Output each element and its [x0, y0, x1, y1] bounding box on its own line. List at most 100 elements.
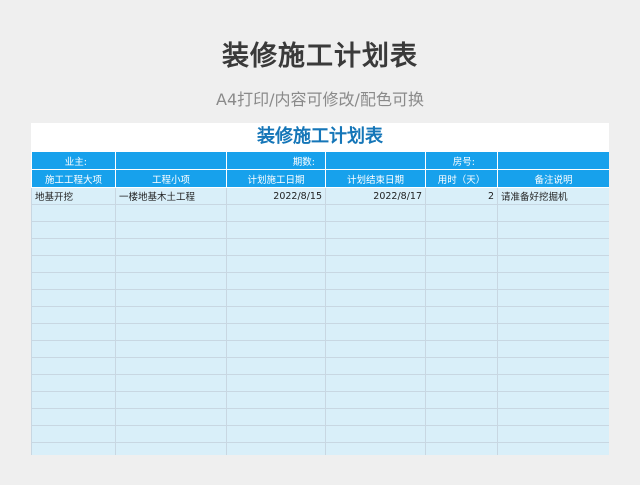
table-cell[interactable] [425, 391, 498, 409]
table-cell[interactable] [31, 442, 116, 455]
table-cell[interactable] [325, 272, 426, 290]
table-cell[interactable] [226, 442, 326, 455]
table-cell[interactable] [115, 306, 227, 324]
table-cell[interactable] [31, 221, 116, 239]
table-cell[interactable] [325, 221, 426, 239]
table-cell[interactable] [31, 238, 116, 256]
table-cell[interactable]: 2022/8/15 [226, 187, 326, 205]
table-cell[interactable] [115, 323, 227, 341]
table-cell[interactable] [226, 204, 326, 222]
table-cell[interactable] [497, 391, 609, 409]
table-cell[interactable] [31, 408, 116, 426]
table-cell[interactable] [115, 408, 227, 426]
table-cell[interactable] [425, 408, 498, 426]
table-cell[interactable] [226, 408, 326, 426]
table-cell[interactable] [115, 425, 227, 443]
table-cell[interactable] [425, 289, 498, 307]
table-cell[interactable]: 2022/8/17 [325, 187, 426, 205]
table-cell[interactable] [226, 255, 326, 273]
table-cell[interactable] [115, 357, 227, 375]
table-cell[interactable] [325, 425, 426, 443]
table-cell[interactable] [31, 204, 116, 222]
table-cell[interactable] [226, 357, 326, 375]
table-cell[interactable] [325, 408, 426, 426]
table-cell[interactable] [425, 204, 498, 222]
table-cell[interactable] [31, 425, 116, 443]
table-cell[interactable] [31, 306, 116, 324]
table-cell[interactable] [31, 323, 116, 341]
table-cell[interactable] [425, 374, 498, 392]
table-cell[interactable] [497, 442, 609, 455]
table-cell[interactable] [497, 238, 609, 256]
table-cell[interactable] [31, 374, 116, 392]
owner-value-cell[interactable] [115, 151, 227, 170]
table-cell[interactable] [115, 289, 227, 307]
table-cell[interactable] [497, 221, 609, 239]
table-cell[interactable] [425, 323, 498, 341]
table-cell[interactable] [425, 221, 498, 239]
table-cell[interactable] [115, 442, 227, 455]
table-cell[interactable] [226, 340, 326, 358]
table-cell[interactable] [115, 391, 227, 409]
table-cell[interactable] [325, 340, 426, 358]
table-cell[interactable] [115, 204, 227, 222]
table-cell[interactable] [497, 204, 609, 222]
table-cell[interactable] [425, 357, 498, 375]
table-cell[interactable] [31, 289, 116, 307]
table-cell[interactable] [226, 391, 326, 409]
table-cell[interactable] [31, 391, 116, 409]
table-cell[interactable] [31, 255, 116, 273]
table-cell[interactable] [325, 374, 426, 392]
table-cell[interactable] [325, 204, 426, 222]
table-cell[interactable] [115, 340, 227, 358]
period-value-cell[interactable] [325, 151, 426, 170]
table-cell[interactable]: 地基开挖 [31, 187, 116, 205]
table-cell[interactable] [325, 289, 426, 307]
table-cell[interactable] [325, 255, 426, 273]
table-cell[interactable] [497, 357, 609, 375]
table-cell[interactable] [31, 340, 116, 358]
table-cell[interactable] [115, 272, 227, 290]
table-cell[interactable] [115, 374, 227, 392]
room-value-cell[interactable] [497, 151, 609, 170]
table-cell[interactable] [497, 289, 609, 307]
table-cell[interactable]: 2 [425, 187, 498, 205]
table-cell[interactable] [226, 272, 326, 290]
table-cell[interactable] [226, 425, 326, 443]
table-cell[interactable] [497, 425, 609, 443]
table-cell[interactable] [226, 221, 326, 239]
table-cell[interactable]: 一楼地基木土工程 [115, 187, 227, 205]
table-cell[interactable] [497, 323, 609, 341]
table-cell[interactable] [226, 238, 326, 256]
table-cell[interactable] [115, 238, 227, 256]
table-cell[interactable] [325, 391, 426, 409]
table-cell[interactable] [497, 340, 609, 358]
table-cell[interactable] [115, 255, 227, 273]
table-cell[interactable] [325, 306, 426, 324]
table-cell[interactable] [31, 272, 116, 290]
table-cell[interactable] [497, 255, 609, 273]
table-cell[interactable] [425, 272, 498, 290]
table-cell[interactable] [425, 238, 498, 256]
table-cell[interactable] [425, 255, 498, 273]
table-cell[interactable]: 请准备好挖掘机 [497, 187, 609, 205]
table-cell[interactable] [226, 306, 326, 324]
table-cell[interactable] [226, 289, 326, 307]
table-cell[interactable] [425, 306, 498, 324]
table-cell[interactable] [115, 221, 227, 239]
table-cell[interactable] [226, 374, 326, 392]
table-cell[interactable] [497, 408, 609, 426]
table-cell[interactable] [325, 442, 426, 455]
table-cell[interactable] [31, 357, 116, 375]
column-header: 用时（天） [425, 169, 498, 188]
table-cell[interactable] [325, 323, 426, 341]
table-cell[interactable] [226, 323, 326, 341]
table-cell[interactable] [325, 238, 426, 256]
table-cell[interactable] [497, 306, 609, 324]
table-cell[interactable] [325, 357, 426, 375]
table-cell[interactable] [425, 442, 498, 455]
table-cell[interactable] [425, 425, 498, 443]
table-cell[interactable] [497, 272, 609, 290]
table-cell[interactable] [425, 340, 498, 358]
table-cell[interactable] [497, 374, 609, 392]
